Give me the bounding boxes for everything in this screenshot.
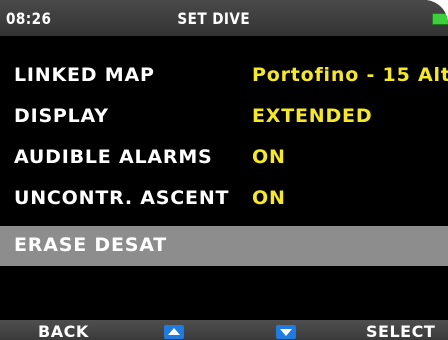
menu-item-value: Portofino - 15 Altar <box>252 64 448 86</box>
arrow-down-icon[interactable] <box>276 325 296 339</box>
menu-item-label: ERASE DESAT <box>14 234 168 256</box>
back-button[interactable]: BACK <box>38 322 89 340</box>
menu-item-uncontrolled-ascent[interactable]: UNCONTR. ASCENT ON <box>0 179 448 220</box>
menu-item-display[interactable]: DISPLAY EXTENDED <box>0 97 448 138</box>
dive-computer-screen: 08:26 SET DIVE LINKED MAP Portofino - 15… <box>0 0 448 340</box>
softkey-bar: BACK SELECT <box>0 320 448 340</box>
menu-item-audible-alarms[interactable]: AUDIBLE ALARMS ON <box>0 138 448 179</box>
page-title: SET DIVE <box>0 9 448 28</box>
arrow-up-icon[interactable] <box>164 325 184 339</box>
menu-item-label: LINKED MAP <box>14 64 155 86</box>
select-button[interactable]: SELECT <box>366 322 435 340</box>
menu-item-value: EXTENDED <box>252 105 373 127</box>
menu-item-erase-desat[interactable]: ERASE DESAT <box>0 226 448 266</box>
page-title-text: SET DIVE <box>177 9 251 28</box>
menu-item-value: ON <box>252 146 286 168</box>
menu-item-label: DISPLAY <box>14 105 109 127</box>
menu-item-linked-map[interactable]: LINKED MAP Portofino - 15 Altar <box>0 56 448 97</box>
battery-icon <box>432 13 448 25</box>
menu-item-label: UNCONTR. ASCENT <box>14 187 230 209</box>
menu-item-label: AUDIBLE ALARMS <box>14 146 213 168</box>
status-bar: 08:26 SET DIVE <box>0 0 448 36</box>
settings-menu: LINKED MAP Portofino - 15 Altar DISPLAY … <box>0 56 448 220</box>
menu-item-value: ON <box>252 187 286 209</box>
